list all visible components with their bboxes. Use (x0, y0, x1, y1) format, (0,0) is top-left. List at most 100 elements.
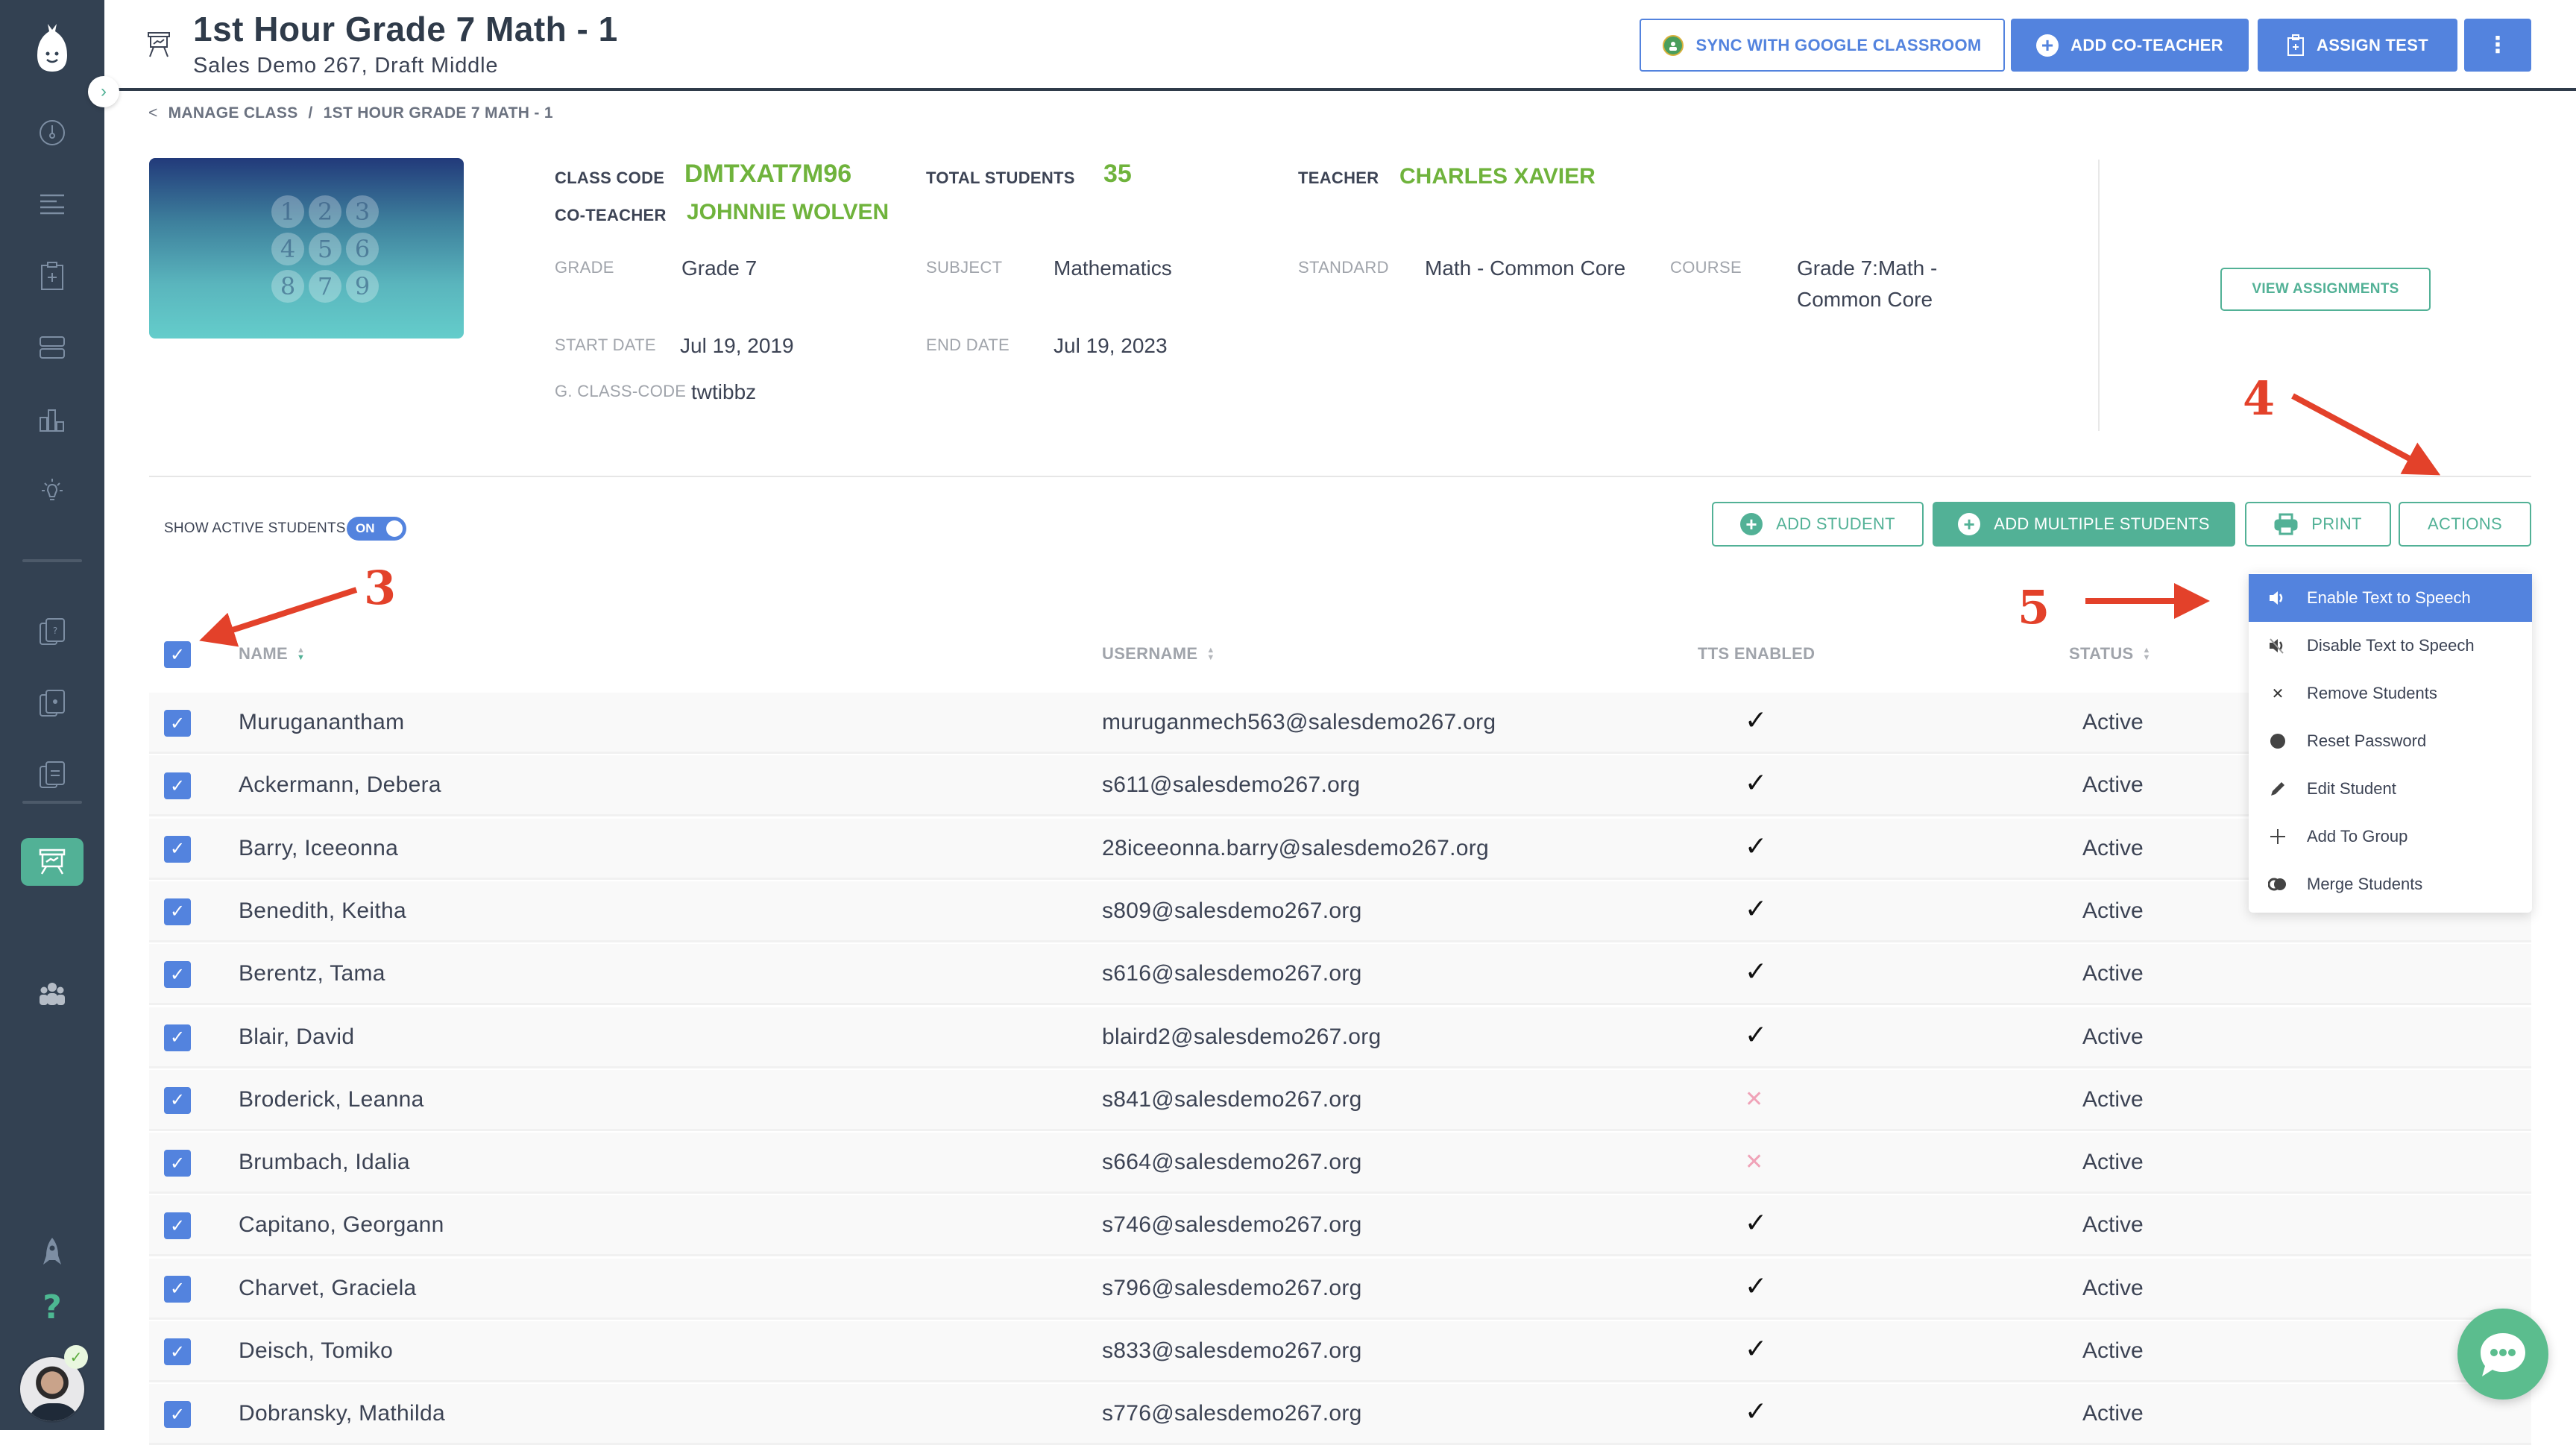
table-row[interactable]: ✓ Barry, Iceeonna 28iceeonna.barry@salesde… (149, 818, 2531, 880)
more-vertical-icon: ⋮ (2486, 33, 2510, 57)
student-name[interactable]: Capitano, Georgann (239, 1212, 444, 1238)
menu-item-merge-students[interactable]: Merge Students (2249, 860, 2532, 908)
show-active-students-toggle[interactable]: ON (347, 517, 406, 541)
more-options-button[interactable]: ⋮ (2464, 19, 2531, 72)
student-name[interactable]: Muruganantham (239, 710, 404, 735)
student-username: 28iceeonna.barry@salesdemo267.org (1102, 835, 1490, 860)
menu-item-remove-students[interactable]: ✕ Remove Students (2249, 670, 2532, 717)
speaker-on-icon (2268, 590, 2287, 606)
sidebar-divider (22, 801, 82, 804)
table-row[interactable]: ✓ Brumbach, Idalia s664@salesdemo267.org ✕ A… (149, 1133, 2531, 1194)
assign-test-button[interactable]: ASSIGN TEST (2258, 19, 2457, 72)
student-username: s664@salesdemo267.org (1102, 1150, 1362, 1175)
menu-item-enable-tts[interactable]: Enable Text to Speech (2249, 574, 2532, 622)
row-checkbox[interactable]: ✓ (164, 710, 191, 737)
add-coteacher-button[interactable]: + ADD CO-TEACHER (2011, 19, 2249, 72)
student-name[interactable]: Broderick, Leanna (239, 1087, 424, 1112)
table-row[interactable]: ✓ Deisch, Tomiko s833@salesdemo267.org ✓ Act… (149, 1321, 2531, 1382)
row-checkbox[interactable]: ✓ (164, 1024, 191, 1051)
page-header: 1st Hour Grade 7 Math - 1 Sales Demo 267… (104, 0, 2576, 91)
tts-enabled-check-icon: ✓ (1745, 956, 1768, 987)
end-date-value: Jul 19, 2023 (1054, 334, 1168, 357)
actions-button[interactable]: ACTIONS (2399, 502, 2531, 547)
student-name[interactable]: Charvet, Graciela (239, 1276, 417, 1301)
row-checkbox[interactable]: ✓ (164, 1401, 191, 1429)
sync-label: SYNC WITH GOOGLE CLASSROOM (1695, 35, 1982, 54)
subject-value: Mathematics (1054, 256, 1172, 280)
student-name[interactable]: Barry, Iceeonna (239, 836, 398, 861)
select-all-checkbox[interactable]: ✓ (164, 641, 191, 668)
chat-support-button[interactable] (2457, 1309, 2548, 1400)
standard-label: STANDARD (1298, 258, 1389, 277)
table-row[interactable]: ✓ Muruganantham muruganmech563@salesdemo26… (149, 693, 2531, 754)
row-checkbox[interactable]: ✓ (164, 1086, 191, 1114)
menu-item-disable-tts[interactable]: Disable Text to Speech (2249, 622, 2532, 670)
student-name[interactable]: Brumbach, Idalia (239, 1150, 410, 1175)
student-name[interactable]: Blair, David (239, 1024, 354, 1050)
grid-number: 5 (309, 233, 341, 265)
row-checkbox[interactable]: ✓ (164, 772, 191, 800)
document-cards-icon[interactable] (33, 756, 72, 795)
student-status: Active (2082, 772, 2144, 798)
table-row[interactable]: ✓ Berentz, Tama s616@salesdemo267.org ✓ Acti… (149, 944, 2531, 1006)
question-cards-icon[interactable]: ? (33, 613, 72, 652)
table-row[interactable]: ✓ Dobransky, Mathilda s776@salesdemo267.or… (149, 1384, 2531, 1445)
breadcrumb-manage-class[interactable]: MANAGE CLASS (169, 104, 298, 122)
print-button[interactable]: PRINT (2245, 502, 2391, 547)
row-checkbox[interactable]: ✓ (164, 1275, 191, 1303)
menu-item-label: Add To Group (2307, 827, 2408, 846)
number-grid-graphic: 1 2 3 4 5 6 8 7 9 (271, 195, 379, 303)
back-chevron-icon[interactable]: < (148, 104, 158, 122)
group-people-icon[interactable] (33, 974, 72, 1013)
dashboard-gauge-icon[interactable] (33, 113, 72, 152)
column-header-status[interactable]: STATUS ▲ ▼ (2069, 644, 2151, 664)
add-student-button[interactable]: + ADD STUDENT (1712, 502, 1924, 547)
sidebar-expand-button[interactable]: › (88, 76, 119, 107)
table-row[interactable]: ✓ Benedith, Keitha s809@salesdemo267.org ✓ A… (149, 881, 2531, 942)
table-row[interactable]: ✓ Capitano, Georgann s746@salesdemo267.org… (149, 1195, 2531, 1257)
menu-item-add-to-group[interactable]: Add To Group (2249, 813, 2532, 860)
help-question-icon[interactable]: ? (33, 1287, 72, 1326)
row-checkbox[interactable]: ✓ (164, 961, 191, 989)
row-checkbox[interactable]: ✓ (164, 1212, 191, 1240)
sync-google-classroom-button[interactable]: SYNC WITH GOOGLE CLASSROOM (1640, 19, 2005, 72)
student-name[interactable]: Deisch, Tomiko (239, 1338, 393, 1364)
student-name[interactable]: Berentz, Tama (239, 961, 385, 986)
table-row[interactable]: ✓ Blair, David blaird2@salesdemo267.org ✓ Ac… (149, 1007, 2531, 1068)
row-checkbox[interactable]: ✓ (164, 1338, 191, 1365)
course-label: COURSE (1670, 258, 1742, 277)
stacked-panels-icon[interactable] (33, 328, 72, 367)
column-header-tts: TTS ENABLED (1698, 644, 1815, 664)
view-assignments-button[interactable]: VIEW ASSIGNMENTS (2220, 268, 2431, 311)
add-multiple-students-button[interactable]: + ADD MULTIPLE STUDENTS (1933, 502, 2235, 547)
row-checkbox[interactable]: ✓ (164, 835, 191, 863)
grade-value: Grade 7 (681, 256, 758, 280)
app-logo-icon[interactable] (33, 19, 72, 73)
rocket-icon[interactable] (33, 1232, 72, 1271)
list-lines-icon[interactable] (33, 185, 72, 224)
row-checkbox[interactable]: ✓ (164, 898, 191, 925)
menu-item-edit-student[interactable]: Edit Student (2249, 765, 2532, 813)
student-name[interactable]: Benedith, Keitha (239, 898, 406, 924)
table-row[interactable]: ✓ Charvet, Graciela s796@salesdemo267.org ✓… (149, 1258, 2531, 1320)
student-status: Active (2082, 1401, 2144, 1426)
column-header-username[interactable]: USERNAME ▲ ▼ (1102, 644, 1215, 664)
x-icon: ✕ (2271, 685, 2284, 702)
column-header-name[interactable]: NAME ▲ ▼ (239, 644, 305, 664)
row-checkbox[interactable]: ✓ (164, 1150, 191, 1177)
student-name[interactable]: Dobransky, Mathilda (239, 1401, 445, 1426)
lightbulb-icon[interactable] (33, 471, 72, 510)
clipboard-add-icon[interactable] (33, 256, 72, 295)
class-code-value: DMTXAT7M96 (684, 160, 852, 188)
table-row[interactable]: ✓ Ackermann, Debera s611@salesdemo267.org ✓… (149, 755, 2531, 817)
student-username: s796@salesdemo267.org (1102, 1275, 1362, 1300)
bar-chart-icon[interactable] (33, 400, 72, 438)
student-name[interactable]: Ackermann, Debera (239, 772, 441, 798)
annotation-step-3: 3 (364, 561, 397, 615)
table-row[interactable]: ✓ Broderick, Leanna s841@salesdemo267.org ✕… (149, 1069, 2531, 1131)
menu-item-reset-password[interactable]: Reset Password (2249, 717, 2532, 765)
dot-cards-icon[interactable] (33, 684, 72, 723)
sidebar-item-classes[interactable] (21, 838, 84, 886)
google-classroom-icon (1663, 34, 1684, 56)
plus-circle-icon: + (2036, 34, 2059, 57)
